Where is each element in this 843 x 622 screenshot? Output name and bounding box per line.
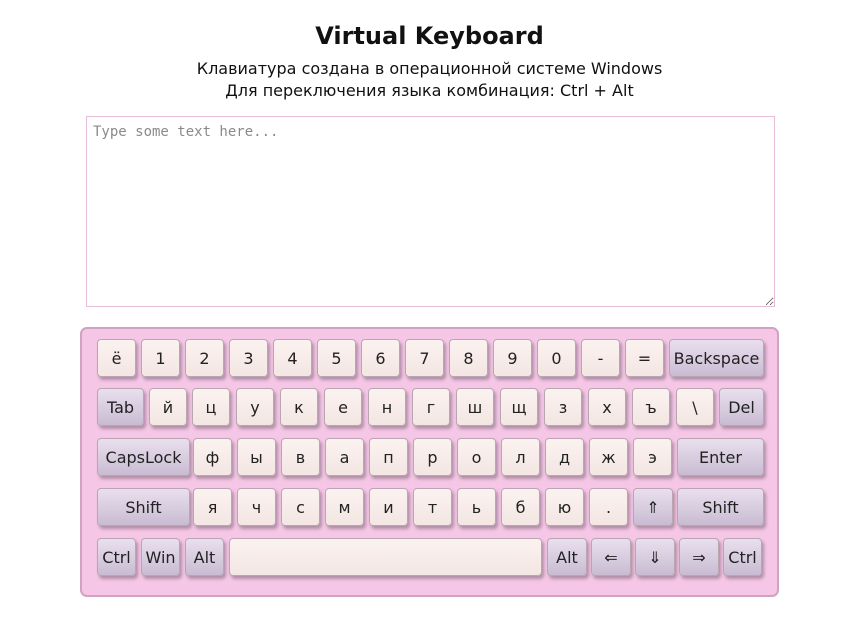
key-s[interactable]: с [281,488,320,526]
key-5[interactable]: 5 [317,339,356,377]
text-input-area[interactable] [86,116,775,307]
key-7[interactable]: 7 [405,339,444,377]
key-o[interactable]: о [457,438,496,476]
key-2[interactable]: 2 [185,339,224,377]
key-backslash[interactable]: \ [676,388,714,426]
key-ctrl-right[interactable]: Ctrl [723,538,762,576]
key-arrow-down[interactable]: ⇓ [635,538,675,576]
key-ch[interactable]: ч [237,488,276,526]
key-y[interactable]: ы [237,438,276,476]
key-sh[interactable]: ш [456,388,494,426]
key-g[interactable]: г [412,388,450,426]
subtitle-language-hint: Для переключения языка комбинация: Ctrl … [225,81,634,100]
key-win[interactable]: Win [141,538,180,576]
key-u[interactable]: у [236,388,274,426]
key-kh[interactable]: х [588,388,626,426]
key-v[interactable]: в [281,438,320,476]
key-minus[interactable]: - [581,339,620,377]
key-del[interactable]: Del [719,388,764,426]
key-0[interactable]: 0 [537,339,576,377]
key-equals[interactable]: = [625,339,664,377]
key-l[interactable]: л [501,438,540,476]
key-alt-right[interactable]: Alt [547,538,587,576]
key-t[interactable]: т [413,488,452,526]
key-i-kratkoe[interactable]: й [149,388,187,426]
key-6[interactable]: 6 [361,339,400,377]
key-3[interactable]: 3 [229,339,268,377]
key-4[interactable]: 4 [273,339,312,377]
page-title: Virtual Keyboard [315,22,544,50]
key-p[interactable]: п [369,438,408,476]
key-arrow-up[interactable]: ⇑ [633,488,673,526]
key-enter[interactable]: Enter [677,438,764,476]
key-tab[interactable]: Tab [97,388,144,426]
key-period[interactable]: . [589,488,628,526]
virtual-keyboard: ё 1 2 3 4 5 6 7 8 9 0- = Backspace Tab й ц у к е н г ш щ з х ъ \ De… [80,327,779,597]
key-backspace[interactable]: Backspace [669,339,764,377]
key-k[interactable]: к [280,388,318,426]
key-arrow-left[interactable]: ⇐ [591,538,631,576]
key-i[interactable]: и [369,488,408,526]
key-space[interactable] [229,538,542,576]
subtitle-os-note: Клавиатура создана в операционной систем… [196,59,663,78]
key-arrow-right[interactable]: ⇒ [679,538,719,576]
key-soft-sign[interactable]: ь [457,488,496,526]
key-d[interactable]: д [545,438,584,476]
key-a[interactable]: а [325,438,364,476]
key-ya[interactable]: я [193,488,232,526]
key-ctrl-left[interactable]: Ctrl [97,538,136,576]
key-shch[interactable]: щ [500,388,538,426]
key-zh[interactable]: ж [589,438,628,476]
key-r[interactable]: р [413,438,452,476]
key-ts[interactable]: ц [192,388,230,426]
key-9[interactable]: 9 [493,339,532,377]
key-e[interactable]: э [633,438,672,476]
key-capslock[interactable]: CapsLock [97,438,190,476]
key-b[interactable]: б [501,488,540,526]
key-yu[interactable]: ю [545,488,584,526]
key-m[interactable]: м [325,488,364,526]
key-ye[interactable]: е [324,388,362,426]
key-shift-left[interactable]: Shift [97,488,190,526]
key-hard-sign[interactable]: ъ [632,388,670,426]
key-1[interactable]: 1 [141,339,180,377]
key-n[interactable]: н [368,388,406,426]
key-f[interactable]: ф [193,438,232,476]
key-yo[interactable]: ё [97,339,136,377]
key-z[interactable]: з [544,388,582,426]
key-alt-left[interactable]: Alt [185,538,224,576]
key-shift-right[interactable]: Shift [677,488,764,526]
key-8[interactable]: 8 [449,339,488,377]
